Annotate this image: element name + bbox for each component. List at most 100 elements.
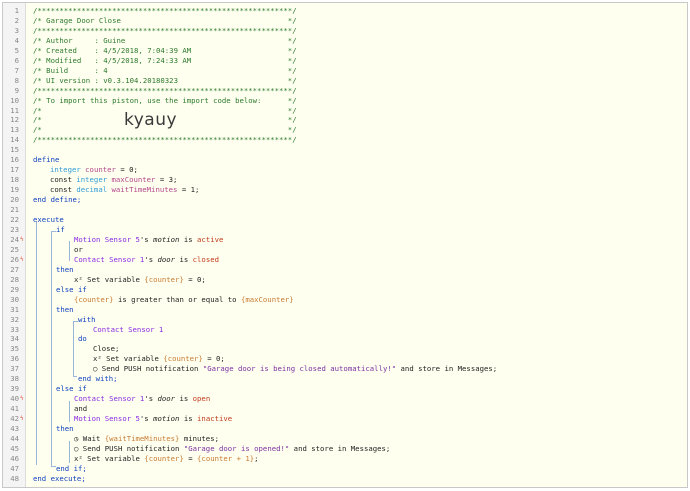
line-text: {counter} is greater than or equal to {m… — [74, 294, 294, 304]
code-token: decimal — [76, 185, 112, 195]
code-token: "Garage door is opened!" — [183, 443, 290, 453]
line-text: Contact Sensor 1's door is open — [74, 394, 211, 404]
line-text: Motion Sensor 5's motion is active — [74, 234, 224, 244]
line-text: end execute; — [33, 473, 86, 483]
line-number: 17 — [10, 165, 19, 175]
code-line: 20 end define; — [3, 195, 687, 205]
code-line: 14 /*************************************… — [3, 135, 687, 145]
code-token: Motion Sensor 5 — [74, 234, 140, 244]
code-token: waitTimeMinutes — [111, 185, 178, 195]
line-number: 11 — [10, 105, 19, 115]
line-number: 7 — [14, 65, 19, 75]
code-line: 45 ◯ Send PUSH notification "Garage door … — [3, 444, 687, 454]
line-number: 39 — [10, 384, 19, 394]
code-line: 7 /* Build : 4 */ — [3, 66, 687, 76]
code-line: 48 end execute; — [3, 474, 687, 484]
line-number: 33 — [10, 324, 19, 334]
code-line: 42 ϟ Motion Sensor 5's motion is inactive — [3, 414, 687, 424]
line-number: 14 — [10, 135, 19, 145]
code-line: 31 then — [3, 305, 687, 315]
line-number: 20 — [10, 195, 19, 205]
line-number: 40 — [10, 394, 19, 404]
code-line: 17 integer counter = 0; — [3, 165, 687, 175]
line-number: 37 — [10, 364, 19, 374]
code-line: 27 then — [3, 265, 687, 275]
line-number: 3 — [14, 25, 19, 35]
line-text: end define; — [33, 195, 82, 205]
code-line: 35 Close; — [3, 344, 687, 354]
code-line: 15 — [3, 145, 687, 155]
code-line: 33 Contact Sensor 1 — [3, 325, 687, 335]
code-token: integer — [76, 175, 112, 185]
line-text: /* Garage Door Close */ — [33, 15, 297, 25]
code-token: Contact Sensor 1 — [74, 254, 145, 264]
code-line: 10 /* To import this piston, use the impo… — [3, 96, 687, 106]
message-icon: ◯ — [93, 364, 98, 374]
line-number: 25 — [10, 244, 19, 254]
code-line: 43 then — [3, 424, 687, 434]
line-text: do — [78, 334, 87, 344]
line-text: /* */ — [33, 105, 297, 115]
line-text: const integer maxCounter = 3; — [50, 175, 178, 185]
code-lines: 1 /**************************************… — [3, 6, 687, 484]
line-text: ◯ Send PUSH notification "Garage door is… — [93, 364, 498, 374]
code-line: 13 /* */ — [3, 125, 687, 135]
line-number: 16 — [10, 155, 19, 165]
code-line: 5 /* Created : 4/5/2018, 7:04:39 AM */ — [3, 46, 687, 56]
code-token: "Garage door is being closed automatical… — [202, 364, 397, 374]
line-text: else if — [56, 384, 87, 394]
code-line: 21 — [3, 205, 687, 215]
code-line: 26 ϟ Contact Sensor 1's door is closed — [3, 255, 687, 265]
line-number: 42 — [10, 414, 19, 424]
line-number: 13 — [10, 125, 19, 135]
line-text: /***************************************… — [33, 25, 297, 35]
code-line: 1 /**************************************… — [3, 6, 687, 16]
line-text: /* UI version : v0.3.104.20180323 */ — [33, 75, 297, 85]
line-text: or — [74, 244, 83, 254]
line-number: 45 — [10, 443, 19, 453]
line-text: /* To import this piston, use the import… — [33, 95, 297, 105]
line-number: 4 — [14, 35, 19, 45]
line-number: 5 — [14, 45, 19, 55]
code-token: {waitTimeMinutes} — [104, 433, 180, 443]
message-icon: ◯ — [74, 443, 79, 453]
code-line: 39 else if — [3, 384, 687, 394]
line-number: 30 — [10, 294, 19, 304]
code-line: 37 ◯ Send PUSH notification "Garage door … — [3, 364, 687, 374]
code-line: 24 ϟ Motion Sensor 5's motion is active — [3, 235, 687, 245]
code-line: 4 /* Author : Guine */ — [3, 36, 687, 46]
line-text: end if; — [56, 463, 87, 473]
code-token: closed — [192, 254, 219, 264]
code-line: 16 define — [3, 155, 687, 165]
line-text: end with; — [78, 374, 118, 384]
code-token: open — [192, 394, 211, 404]
line-text: and — [74, 404, 88, 414]
line-text: /* */ — [33, 115, 297, 125]
line-number: 44 — [10, 433, 19, 443]
line-text: then — [56, 304, 74, 314]
code-token: Contact Sensor 1 — [74, 394, 145, 404]
code-token: {counter} — [144, 274, 184, 284]
line-number: 18 — [10, 175, 19, 185]
line-number: 29 — [10, 284, 19, 294]
code-line: 23 if — [3, 225, 687, 235]
code-line: 36 x² Set variable {counter} = 0; — [3, 354, 687, 364]
line-number: 31 — [10, 304, 19, 314]
line-number: 9 — [14, 85, 19, 95]
line-number: 12 — [10, 115, 19, 125]
line-text: /* Author : Guine */ — [33, 35, 297, 45]
line-text: /***************************************… — [33, 6, 297, 15]
line-number: 23 — [10, 224, 19, 234]
code-token: {counter} — [144, 453, 184, 463]
code-token: {maxCounter} — [240, 294, 294, 304]
line-text: with — [78, 314, 96, 324]
code-line: 30 {counter} is greater than or equal to … — [3, 295, 687, 305]
line-text: Contact Sensor 1's door is closed — [74, 254, 219, 264]
line-number: 43 — [10, 424, 19, 434]
code-line: 29 else if — [3, 285, 687, 295]
code-line: 2 /* Garage Door Close */ — [3, 16, 687, 26]
code-token: {counter} — [74, 294, 114, 304]
line-text: then — [56, 264, 74, 274]
code-line: 32 with — [3, 315, 687, 325]
line-text: /***************************************… — [33, 135, 297, 145]
